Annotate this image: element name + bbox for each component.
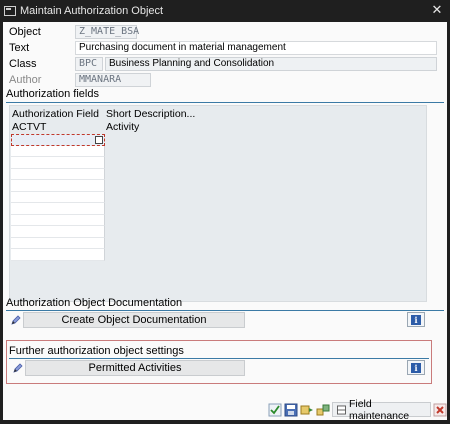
object-row: Object Z_MATE_BSA bbox=[9, 24, 139, 39]
author-field: MMANARA bbox=[75, 72, 151, 87]
class-code-field[interactable]: BPC bbox=[75, 56, 103, 71]
value-help-icon[interactable] bbox=[95, 136, 103, 144]
field-maintenance-label: Field maintenance bbox=[348, 397, 410, 422]
transport-icon[interactable] bbox=[316, 403, 330, 417]
info-icon: i bbox=[411, 362, 421, 373]
info-button[interactable]: i bbox=[407, 360, 425, 375]
section-divider bbox=[6, 102, 444, 103]
table-row[interactable] bbox=[11, 145, 105, 157]
class-row: Class BPC Business Planning and Consolid… bbox=[9, 56, 437, 71]
table-cell-field[interactable]: ACTVT bbox=[12, 121, 46, 133]
author-label: Author bbox=[9, 73, 42, 86]
section-divider bbox=[9, 358, 429, 359]
table-row[interactable] bbox=[11, 214, 105, 226]
table-row[interactable] bbox=[11, 180, 105, 192]
auth-fields-table[interactable]: Authorization Field Short Description...… bbox=[9, 105, 427, 302]
check-icon[interactable] bbox=[268, 403, 282, 417]
table-row[interactable] bbox=[11, 168, 105, 180]
info-button[interactable]: i bbox=[407, 312, 425, 327]
window-title: Maintain Authorization Object bbox=[20, 5, 164, 17]
pencil-icon bbox=[11, 361, 25, 375]
window-icon bbox=[4, 6, 16, 16]
dialog-window: Maintain Authorization Object ✕ Object Z… bbox=[0, 0, 450, 424]
dialog-content: Object Z_MATE_BSA Text Purchasing docume… bbox=[3, 22, 447, 422]
table-row[interactable] bbox=[11, 226, 105, 238]
save-icon[interactable] bbox=[284, 403, 298, 417]
table-row-input[interactable] bbox=[11, 134, 105, 146]
col-header-desc: Short Description... bbox=[106, 108, 196, 120]
object-field[interactable]: Z_MATE_BSA bbox=[75, 24, 139, 39]
input-column bbox=[11, 134, 105, 261]
table-row[interactable] bbox=[11, 249, 105, 261]
field-icon bbox=[337, 405, 346, 414]
class-description: Business Planning and Consolidation bbox=[105, 56, 437, 71]
title-bar: Maintain Authorization Object ✕ bbox=[0, 0, 450, 22]
text-row: Text Purchasing document in material man… bbox=[9, 40, 437, 55]
col-header-field: Authorization Field bbox=[12, 108, 99, 120]
footer-toolbar: Field maintenance bbox=[268, 398, 447, 422]
further-settings-section-title: Further authorization object settings bbox=[9, 345, 184, 357]
table-row[interactable] bbox=[11, 157, 105, 169]
close-icon[interactable]: ✕ bbox=[430, 3, 444, 17]
info-icon: i bbox=[411, 314, 421, 325]
object-label: Object bbox=[9, 25, 41, 38]
author-row: Author MMANARA bbox=[9, 72, 151, 87]
class-label: Class bbox=[9, 57, 37, 70]
section-divider bbox=[6, 310, 444, 311]
cancel-icon[interactable] bbox=[433, 403, 447, 417]
pencil-icon bbox=[9, 313, 23, 327]
auth-fields-section-title: Authorization fields bbox=[6, 88, 99, 100]
table-row[interactable] bbox=[11, 191, 105, 203]
table-row[interactable] bbox=[11, 237, 105, 249]
description-column bbox=[106, 134, 426, 294]
create-documentation-button[interactable]: Create Object Documentation bbox=[23, 312, 245, 328]
permitted-activities-button[interactable]: Permitted Activities bbox=[25, 360, 245, 376]
table-row[interactable] bbox=[11, 203, 105, 215]
table-cell-desc: Activity bbox=[106, 121, 140, 133]
field-maintenance-button[interactable]: Field maintenance bbox=[332, 398, 431, 422]
text-field[interactable]: Purchasing document in material manageme… bbox=[75, 40, 437, 55]
find-icon[interactable] bbox=[300, 403, 314, 417]
documentation-section-title: Authorization Object Documentation bbox=[6, 297, 183, 309]
text-label: Text bbox=[9, 41, 30, 54]
